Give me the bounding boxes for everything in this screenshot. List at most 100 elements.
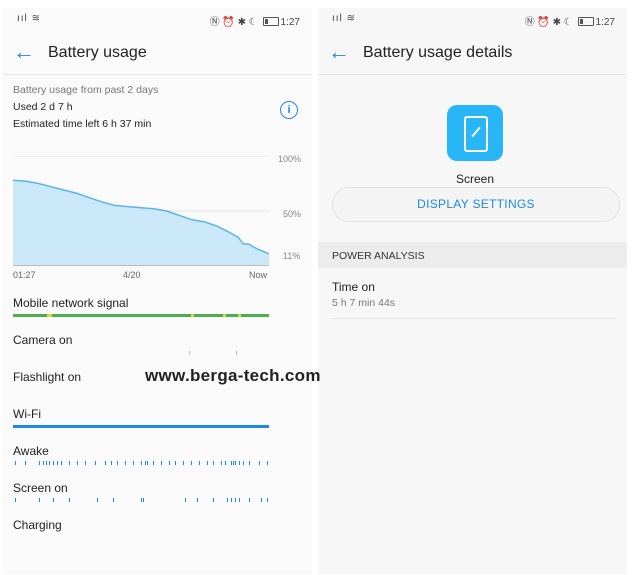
activity-tick <box>185 498 186 502</box>
y-tick-100: 100% <box>278 154 302 164</box>
estimated-time-left: Estimated time left 6 h 37 min <box>13 118 152 130</box>
mobile-signal-bar <box>13 314 269 317</box>
power-analysis-header: POWER ANALYSIS <box>318 242 627 268</box>
activity-tick <box>153 461 154 465</box>
status-bar: ııl ≋ Ⓝ ⏰ ✱ ☾ 1:27 <box>3 8 312 30</box>
row-camera-on: Camera on <box>13 333 73 347</box>
page-title: Battery usage details <box>363 44 513 61</box>
activity-tick <box>249 498 250 502</box>
status-time: 1:27 <box>280 17 300 28</box>
activity-tick <box>39 461 40 465</box>
battery-chart <box>13 156 269 266</box>
page-title: Battery usage <box>48 44 147 61</box>
wifi-bar <box>13 425 269 428</box>
signal-wifi-icons: ııl ≋ <box>17 13 41 24</box>
activity-tick <box>225 461 226 465</box>
activity-tick <box>25 461 26 465</box>
divider <box>332 318 617 319</box>
activity-tick <box>43 461 44 465</box>
status-time: 1:27 <box>595 17 615 28</box>
watermark: www.berga-tech.com <box>145 366 321 385</box>
app-bar: ← Battery usage details <box>318 36 627 72</box>
activity-tick <box>61 461 62 465</box>
activity-tick <box>46 461 47 465</box>
activity-tick <box>133 461 134 465</box>
activity-tick <box>141 498 142 502</box>
activity-tick <box>57 461 58 465</box>
activity-tick <box>117 461 118 465</box>
x-tick-now: Now <box>249 270 268 280</box>
battery-usage-details-screen: ııl ≋ Ⓝ ⏰ ✱ ☾ 1:27 ← Battery usage detai… <box>318 8 627 574</box>
activity-tick <box>221 461 222 465</box>
screen-icon <box>447 105 503 161</box>
activity-tick <box>39 498 40 502</box>
activity-tick <box>199 461 200 465</box>
display-settings-button[interactable]: DISPLAY SETTINGS <box>332 187 620 222</box>
section-title: POWER ANALYSIS <box>332 250 425 262</box>
screen-on-ticks <box>13 498 269 502</box>
activity-tick <box>85 461 86 465</box>
activity-tick <box>53 461 54 465</box>
activity-tick <box>235 498 236 502</box>
divider <box>318 74 627 75</box>
activity-tick <box>233 461 234 465</box>
back-arrow-icon[interactable]: ← <box>328 41 352 65</box>
activity-tick <box>77 461 78 465</box>
activity-tick <box>213 498 214 502</box>
status-right: Ⓝ ⏰ ✱ ☾ 1:27 <box>524 17 615 28</box>
activity-tick <box>207 461 208 465</box>
x-tick-mid: 4/20 <box>123 270 141 280</box>
activity-tick <box>213 461 214 465</box>
activity-tick <box>261 498 262 502</box>
signal-wifi-icons: ııl ≋ <box>332 13 356 24</box>
time-on-value: 5 h 7 min 44s <box>332 297 396 309</box>
activity-tick <box>111 461 112 465</box>
row-wifi: Wi-Fi <box>13 407 41 421</box>
activity-tick <box>141 461 142 465</box>
activity-tick <box>69 461 70 465</box>
activity-tick <box>143 498 144 502</box>
activity-tick <box>227 498 228 502</box>
activity-tick <box>239 461 240 465</box>
info-icon[interactable]: i <box>280 101 298 119</box>
x-tick-start: 01:27 <box>13 270 36 280</box>
app-name: Screen <box>455 172 495 186</box>
y-tick-50: 50% <box>283 209 302 219</box>
activity-tick <box>147 461 148 465</box>
activity-tick <box>169 461 170 465</box>
activity-tick <box>145 461 146 465</box>
row-charging: Charging <box>13 518 62 532</box>
activity-tick <box>69 498 70 502</box>
status-right: Ⓝ ⏰ ✱ ☾ 1:27 <box>209 17 300 28</box>
divider <box>3 74 312 75</box>
activity-tick <box>183 461 184 465</box>
usage-period: Battery usage from past 2 days <box>13 84 159 96</box>
row-flashlight-on: Flashlight on <box>13 370 82 384</box>
activity-tick <box>267 498 268 502</box>
activity-tick <box>231 461 232 465</box>
awake-ticks <box>13 461 269 465</box>
activity-tick <box>249 461 250 465</box>
activity-tick <box>125 461 126 465</box>
activity-tick <box>15 461 16 465</box>
status-bar: ııl ≋ Ⓝ ⏰ ✱ ☾ 1:27 <box>318 8 627 30</box>
activity-tick <box>113 498 114 502</box>
activity-tick <box>49 461 50 465</box>
activity-tick <box>95 461 96 465</box>
battery-area <box>13 180 269 266</box>
activity-tick <box>15 498 16 502</box>
activity-tick <box>239 498 240 502</box>
activity-tick <box>259 461 260 465</box>
used-duration: Used 2 d 7 h <box>13 101 73 113</box>
activity-tick <box>53 498 54 502</box>
activity-tick <box>97 498 98 502</box>
back-arrow-icon[interactable]: ← <box>13 41 37 65</box>
activity-tick <box>197 498 198 502</box>
activity-tick <box>191 461 192 465</box>
y-tick-11: 11% <box>283 251 301 261</box>
activity-tick <box>161 461 162 465</box>
activity-tick <box>105 461 106 465</box>
row-mobile-network-signal: Mobile network signal <box>13 296 129 310</box>
activity-tick <box>235 461 236 465</box>
row-awake: Awake <box>13 444 49 458</box>
